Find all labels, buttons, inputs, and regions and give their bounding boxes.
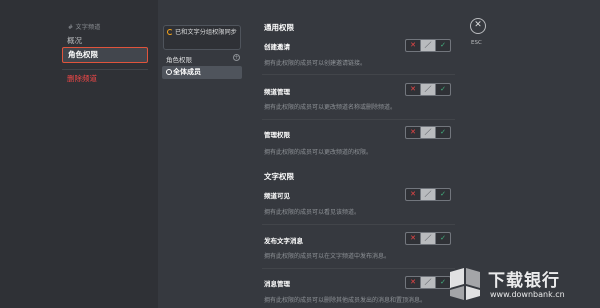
deny-button[interactable]: ✕ [406,40,420,51]
role-color-dot [166,69,172,75]
perm-desc: 拥有此权限的成员可以删除其他成员发出的消息和置顶消息。 [264,297,427,304]
perm-toggle: ✕ ／ ✓ [405,83,451,96]
perm-desc: 拥有此权限的成员可以看见该频道。 [264,209,361,216]
perm-name: 创建邀请 [264,43,290,51]
allow-button[interactable]: ✓ [436,233,450,244]
watermark: 下载银行 www.downbank.cn [444,262,594,306]
inherit-button[interactable]: ／ [420,40,436,51]
general-permissions-title: 通用权限 [264,23,294,32]
perm-name: 消息管理 [264,280,290,288]
settings-sidebar: # 文字频道 概况 角色权限 删除频道 [0,0,158,308]
sidebar-item-role-permissions[interactable]: 角色权限 [62,47,148,63]
perm-toggle: ✕ ／ ✓ [405,232,451,245]
sync-notice-text: 已和文字分组权限同步 [175,29,237,36]
text-permissions-title: 文字权限 [264,172,294,181]
sidebar-divider [62,69,148,70]
inherit-button[interactable]: ／ [420,233,436,244]
role-item-label: 全体成员 [173,68,201,76]
add-role-icon[interactable]: + [233,54,240,61]
deny-button[interactable]: ✕ [406,127,420,138]
perm-name: 频道可见 [264,192,290,200]
perm-toggle: ✕ ／ ✓ [405,126,451,139]
perm-divider [262,74,455,75]
perm-desc: 拥有此权限的成员可以在文字频道中发布消息。 [264,253,391,260]
perm-name: 发布文字消息 [264,237,303,245]
deny-button[interactable]: ✕ [406,84,420,95]
perm-name: 频道管理 [264,88,290,96]
perm-divider [262,224,455,225]
sync-notice: 已和文字分组权限同步 [163,25,241,50]
perm-name: 管理权限 [264,131,290,139]
deny-button[interactable]: ✕ [406,233,420,244]
allow-button[interactable]: ✓ [436,84,450,95]
channel-name-header: # 文字频道 [68,24,101,31]
watermark-url: www.downbank.cn [490,290,565,299]
sidebar-item-overview[interactable]: 概况 [62,34,148,48]
perm-divider [262,268,455,269]
roles-section-label: 角色权限 [166,56,192,64]
perm-toggle: ✕ ／ ✓ [405,39,451,52]
close-button[interactable]: ✕ [470,18,486,34]
deny-button[interactable]: ✕ [406,277,420,288]
allow-button[interactable]: ✓ [436,127,450,138]
inherit-button[interactable]: ／ [420,84,436,95]
perm-toggle: ✕ ／ ✓ [405,188,451,201]
sidebar-item-delete-channel[interactable]: 删除频道 [62,72,148,86]
allow-button[interactable]: ✓ [436,189,450,200]
inherit-button[interactable]: ／ [420,189,436,200]
inherit-button[interactable]: ／ [420,277,436,288]
role-item-everyone[interactable]: 全体成员 [162,66,242,79]
perm-desc: 拥有此权限的成员可以更改频道的权限。 [264,149,373,156]
perm-desc: 拥有此权限的成员可以更改频道名称或删除频道。 [264,104,397,111]
watermark-title: 下载银行 [488,271,560,291]
esc-label: ESC [471,40,482,46]
sync-icon [167,29,173,35]
deny-button[interactable]: ✕ [406,189,420,200]
perm-divider [262,119,455,120]
allow-button[interactable]: ✓ [436,40,450,51]
watermark-logo-icon [450,268,480,300]
perm-desc: 拥有此权限的成员可以创建邀请链接。 [264,60,367,67]
inherit-button[interactable]: ／ [420,127,436,138]
